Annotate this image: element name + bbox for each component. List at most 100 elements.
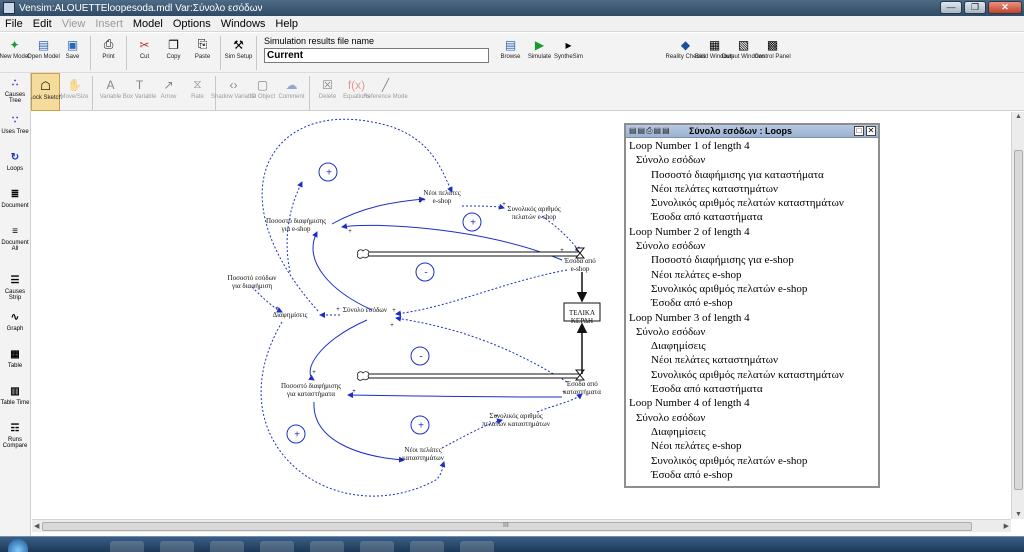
io-object-button[interactable]: ▢ IO Object <box>248 73 277 111</box>
loop-member-variable[interactable]: Νέοι πελάτες e-shop <box>629 439 878 453</box>
menu-windows[interactable]: Windows <box>216 18 271 30</box>
save-button[interactable]: ▣ Save <box>58 33 87 71</box>
loop-member-variable[interactable]: Έσοδα από e-shop <box>629 296 878 310</box>
taskbar-item[interactable] <box>360 541 394 552</box>
document-button[interactable]: ≣ Document <box>1 184 30 221</box>
loops-window-tool-icons[interactable]: ▤▤⎙▤▤ <box>629 126 689 136</box>
open-model-button[interactable]: ▤ Open Model <box>27 33 60 71</box>
link-polarity-sign: + <box>336 307 340 313</box>
loop-member-variable[interactable]: Ποσοστό διαφήμισης για e-shop <box>629 253 878 267</box>
loop-heading[interactable]: Loop Number 2 of length 4 <box>629 225 878 239</box>
browse-button[interactable]: ▤ Browse <box>496 33 525 71</box>
runs-compare-button[interactable]: ☶ Runs Compare <box>1 418 30 455</box>
copy-button[interactable]: ❐ Copy <box>159 33 188 71</box>
loop-root-variable[interactable]: Σύνολο εσόδων <box>629 411 878 425</box>
loop-heading[interactable]: Loop Number 3 of length 4 <box>629 311 878 325</box>
document-all-button[interactable]: ≡ Document All <box>1 221 30 258</box>
simulate-button[interactable]: ▶ Simulate <box>525 33 554 71</box>
loop-member-variable[interactable]: Έσοδα από καταστήματα <box>629 210 878 224</box>
scroll-right-icon[interactable]: ▶ <box>1004 522 1009 530</box>
variable-button[interactable]: A Variable <box>96 73 125 111</box>
uses-tree-button[interactable]: ∵ Uses Tree <box>1 110 30 147</box>
loop-member-variable[interactable]: Συνολικός αριθμός πελατών e-shop <box>629 282 878 296</box>
sim-file-input[interactable] <box>264 48 489 63</box>
taskbar-item[interactable] <box>460 541 494 552</box>
loop-member-variable[interactable]: Συνολικός αριθμός πελατών e-shop <box>629 454 878 468</box>
box-variable-button[interactable]: T Box Variable <box>123 73 157 111</box>
start-button-icon[interactable] <box>8 539 28 552</box>
close-button[interactable]: ✕ <box>988 1 1022 14</box>
causes-strip-button[interactable]: ☰ Causes Strip <box>1 270 30 307</box>
loop-heading[interactable]: Loop Number 4 of length 4 <box>629 396 878 410</box>
loop-member-variable[interactable]: Έσοδα από e-shop <box>629 468 878 482</box>
loop-heading[interactable]: Loop Number 1 of length 4 <box>629 139 878 153</box>
scroll-up-icon[interactable]: ▲ <box>1015 113 1022 120</box>
menu-edit[interactable]: Edit <box>28 18 57 30</box>
loop-member-variable[interactable]: Διαφημίσεις <box>629 339 878 353</box>
loop-member-variable[interactable]: Νέοι πελάτες καταστημάτων <box>629 353 878 367</box>
variable-label-esoda-katastimata: καταστήματα <box>563 388 601 396</box>
loops-button[interactable]: ↻ Loops <box>1 147 30 184</box>
lock-sketch-button[interactable]: ☖ Lock Sketch <box>29 73 62 111</box>
menu-model[interactable]: Model <box>128 18 168 30</box>
new-model-button[interactable]: ✦ New Model <box>0 33 30 71</box>
sim-setup-icon: ⚒ <box>233 37 244 52</box>
loop-root-variable[interactable]: Σύνολο εσόδων <box>629 325 878 339</box>
table-time-button[interactable]: ▥ Table Time <box>1 381 30 418</box>
comment-button[interactable]: ☁ Comment <box>277 73 306 111</box>
loop-member-variable[interactable]: Διαφημίσεις <box>629 425 878 439</box>
horizontal-scrollbar[interactable]: ◀ III ▶ <box>32 519 1011 532</box>
sim-setup-button[interactable]: ⚒ Sim Setup <box>224 33 253 71</box>
loop-member-variable[interactable]: Έσοδα από καταστήματα <box>629 382 878 396</box>
equations-button[interactable]: f(x) Equations <box>342 73 371 111</box>
graph-button[interactable]: ∿ Graph <box>1 307 30 344</box>
synthesim-button[interactable]: ▸ SyntheSim <box>554 33 583 71</box>
loop-member-variable[interactable]: Νέοι πελάτες καταστημάτων <box>629 182 878 196</box>
taskbar-item[interactable] <box>310 541 344 552</box>
restore-button[interactable]: ❐ <box>964 1 986 14</box>
taskbar-item[interactable] <box>210 541 244 552</box>
delete-button[interactable]: ☒ Delete <box>313 73 342 111</box>
reality-checks-button[interactable]: ◆ Reality Checks <box>666 33 706 71</box>
arrow-button[interactable]: ↗ Arrow <box>154 73 183 111</box>
menu-insert[interactable]: Insert <box>90 18 128 30</box>
vertical-scroll-thumb[interactable] <box>1014 150 1023 490</box>
loop-member-variable[interactable]: Συνολικός αριθμός πελατών καταστημάτων <box>629 196 878 210</box>
table-button[interactable]: ▦ Table <box>1 344 30 381</box>
move-size-button[interactable]: ✋ Move/Size <box>60 73 89 111</box>
taskbar-item[interactable] <box>160 541 194 552</box>
minimize-button[interactable]: — <box>940 1 962 14</box>
variable-label-neoi-katastimata: Νέοι πελάτες <box>404 446 441 454</box>
control-panel-icon: ▩ <box>766 37 779 52</box>
shadow-variable-button[interactable]: ‹› Shadow Variable <box>211 73 256 111</box>
cut-button[interactable]: ✂ Cut <box>130 33 159 71</box>
build-windows-button[interactable]: ▦ Build Windows <box>695 33 734 71</box>
taskbar-item[interactable] <box>260 541 294 552</box>
causes-tree-button[interactable]: ∴ Causes Tree <box>1 73 30 110</box>
loop-member-variable[interactable]: Συνολικός αριθμός πελατών καταστημάτων <box>629 368 878 382</box>
reference-mode-button[interactable]: ╱ Reference Mode <box>363 73 407 111</box>
loops-window-maximize-button[interactable]: □ <box>854 126 864 136</box>
loops-window-close-button[interactable]: ✕ <box>866 126 876 136</box>
loop-member-variable[interactable]: Ποσοστό διαφήμισης για καταστήματα <box>629 168 878 182</box>
scroll-down-icon[interactable]: ▼ <box>1015 511 1022 518</box>
menu-options[interactable]: Options <box>168 18 216 30</box>
variable-label-telika-kerdi: ΤΕΛΙΚΑ <box>569 309 595 317</box>
menu-file[interactable]: File <box>0 18 28 30</box>
control-panel-button[interactable]: ▩ Control Panel <box>754 33 790 71</box>
loop-member-variable[interactable]: Νέοι πελάτες e-shop <box>629 268 878 282</box>
output-windows-button[interactable]: ▧ Output Windows <box>721 33 765 71</box>
loop-root-variable[interactable]: Σύνολο εσόδων <box>629 153 878 167</box>
loop-root-variable[interactable]: Σύνολο εσόδων <box>629 239 878 253</box>
taskbar-item[interactable] <box>410 541 444 552</box>
menu-help[interactable]: Help <box>270 18 303 30</box>
uses-tree-label: Uses Tree <box>1 129 29 135</box>
horizontal-scroll-thumb[interactable]: III <box>42 522 972 531</box>
vertical-scrollbar[interactable]: ▲ ▼ <box>1011 112 1024 519</box>
paste-button[interactable]: ⎘ Paste <box>188 33 217 71</box>
menu-view[interactable]: View <box>57 18 91 30</box>
scroll-left-icon[interactable]: ◀ <box>34 522 39 530</box>
taskbar-item[interactable] <box>110 541 144 552</box>
rate-button[interactable]: ⧖ Rate <box>183 73 212 111</box>
print-button[interactable]: ⎙ Print <box>94 33 123 71</box>
